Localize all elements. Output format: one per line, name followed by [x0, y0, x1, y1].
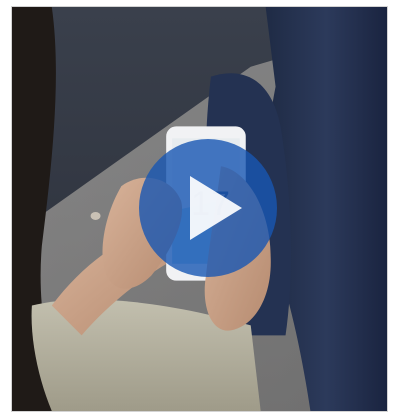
play-button[interactable] — [139, 139, 277, 277]
video-thumbnail[interactable]: 17 — [11, 6, 388, 412]
play-icon — [190, 176, 242, 240]
